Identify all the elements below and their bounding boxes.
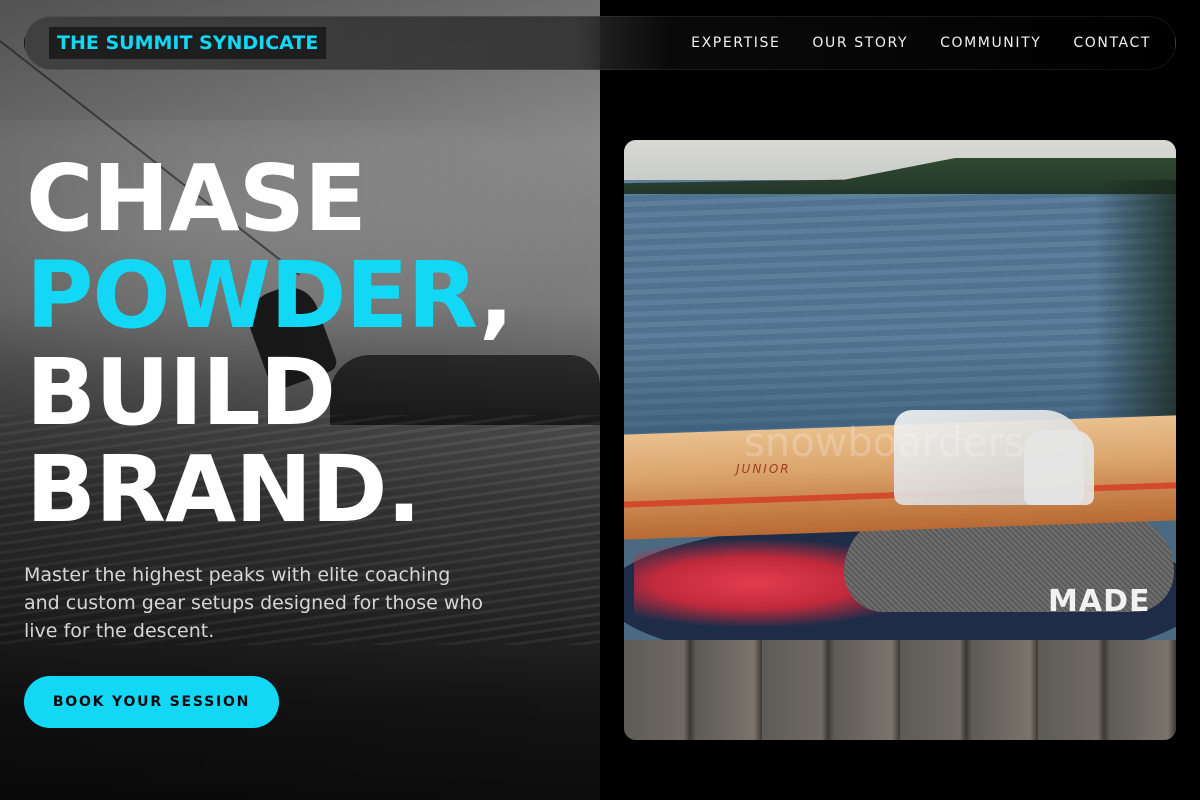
headline-line-3: BUILD	[26, 339, 336, 446]
wooden-dock	[624, 640, 1176, 740]
nav-link-contact[interactable]: CONTACT	[1073, 35, 1151, 51]
headline-accent-word: POWDER	[26, 242, 480, 349]
top-navbar: THE SUMMIT SYNDICATE EXPERTISE OUR STORY…	[24, 16, 1176, 70]
wakeboard-brand-text: MADE	[1048, 584, 1151, 619]
headline-line-2: POWDER,	[26, 247, 514, 344]
nav-links: EXPERTISE OUR STORY COMMUNITY CONTACT	[691, 35, 1151, 51]
book-session-button[interactable]: BOOK YOUR SESSION	[24, 676, 279, 728]
brand-logo[interactable]: THE SUMMIT SYNDICATE	[49, 27, 327, 59]
hero-headline: CHASE POWDER, BUILD BRAND.	[26, 145, 514, 543]
tree-reflection	[1094, 180, 1176, 440]
headline-line-4: BRAND.	[26, 436, 421, 543]
headline-comma: ,	[478, 242, 514, 349]
nav-link-our-story[interactable]: OUR STORY	[812, 35, 908, 51]
image-watermark: snowboarders	[744, 420, 1025, 466]
nav-link-expertise[interactable]: EXPERTISE	[691, 35, 780, 51]
nav-link-community[interactable]: COMMUNITY	[940, 35, 1041, 51]
ski-binding-rear	[1024, 430, 1094, 505]
wakeboard-gear-image: MADE JUNIOR snowboarders	[624, 140, 1176, 740]
headline-line-1: CHASE	[26, 145, 367, 252]
hero-subtext: Master the highest peaks with elite coac…	[24, 564, 484, 642]
